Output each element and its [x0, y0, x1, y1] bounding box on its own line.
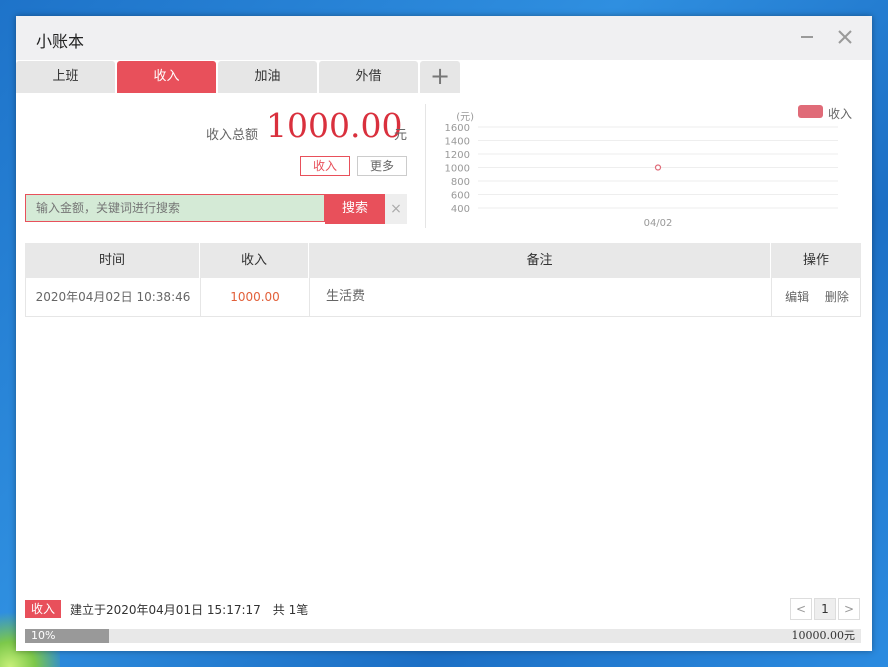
y-tick-label: 1600 — [445, 123, 470, 134]
search-button[interactable]: 搜索 — [325, 194, 385, 224]
table-header: 时间 收入 备注 操作 — [25, 243, 861, 278]
row-time: 2020年04月02日 10:38:46 — [26, 278, 201, 316]
clear-search-icon[interactable]: × — [385, 194, 407, 224]
tab-jiayou[interactable]: 加油 — [218, 61, 317, 93]
y-axis-unit: (元) — [456, 112, 474, 123]
header-actions: 操作 — [802, 253, 829, 268]
progress-percent: 10% — [31, 629, 56, 642]
total-label: 收入总额 — [206, 128, 259, 143]
x-tick-label: 04/02 — [644, 218, 673, 229]
more-button[interactable]: 更多 — [357, 156, 407, 176]
footer-type-badge[interactable]: 收入 — [25, 600, 62, 618]
pager-prev-button[interactable]: < — [790, 598, 812, 620]
add-tab-button[interactable]: + — [420, 61, 460, 93]
legend-swatch — [798, 105, 823, 118]
divider — [425, 104, 426, 228]
total-unit: 元 — [394, 128, 408, 143]
header-amount: 收入 — [200, 243, 309, 278]
chart-plot: (元)1600 1400 1200 1000 800 600 400 04/02 — [445, 112, 838, 229]
y-tick-label: 800 — [451, 177, 470, 188]
edit-link[interactable]: 编辑 — [785, 290, 809, 304]
row-actions: 编辑 删除 — [772, 278, 862, 316]
title-bar: 小账本 — [16, 16, 872, 60]
search-input[interactable] — [25, 194, 325, 222]
data-point — [654, 164, 662, 171]
progress-goal: 10000.00元 — [791, 629, 856, 642]
close-icon[interactable] — [836, 28, 854, 46]
plus-icon: + — [429, 62, 451, 90]
footer-info: 建立于2020年04月01日 15:17:17 共 1笔 — [70, 603, 309, 617]
income-chart: 收入 (元) 1600 1400 1200 1000 800 600 400 04/02 — [436, 100, 856, 230]
minimize-icon[interactable] — [798, 28, 816, 46]
type-button[interactable]: 收入 — [300, 156, 350, 176]
y-tick-label: 1200 — [445, 150, 470, 161]
total-amount: 1000.00 — [266, 106, 403, 145]
y-tick-label: 1400 — [445, 137, 470, 148]
tab-shouru[interactable]: 收入 — [117, 61, 216, 93]
delete-link[interactable]: 删除 — [825, 290, 849, 304]
row-note: 生活费 — [310, 278, 772, 316]
tab-shangban[interactable]: 上班 — [16, 61, 115, 93]
y-tick-label: 600 — [451, 191, 470, 202]
goal-progress-bar: 10% 10000.00元 — [25, 629, 861, 643]
y-tick-label: 400 — [451, 204, 470, 215]
legend-label: 收入 — [828, 107, 853, 121]
header-note: 备注 — [309, 243, 771, 278]
pager-current-page[interactable]: 1 — [814, 598, 836, 620]
y-tick-label: 1000 — [445, 164, 470, 175]
header-time: 时间 — [25, 243, 200, 278]
records-table: 时间 收入 备注 操作 2020年04月02日 10:38:46 1000.00… — [25, 243, 861, 317]
table-row: 2020年04月02日 10:38:46 1000.00 生活费 编辑 删除 — [25, 278, 861, 317]
category-tabs: 上班 收入 加油 外借 + — [16, 61, 872, 93]
window-title: 小账本 — [36, 32, 85, 51]
tab-waijie[interactable]: 外借 — [319, 61, 418, 93]
pager-next-button[interactable]: > — [838, 598, 860, 620]
row-amount: 1000.00 — [201, 278, 310, 316]
app-window: 小账本 上班 收入 加油 外借 + 收入总额 1000.00 元 收入 更多 搜… — [16, 16, 872, 651]
